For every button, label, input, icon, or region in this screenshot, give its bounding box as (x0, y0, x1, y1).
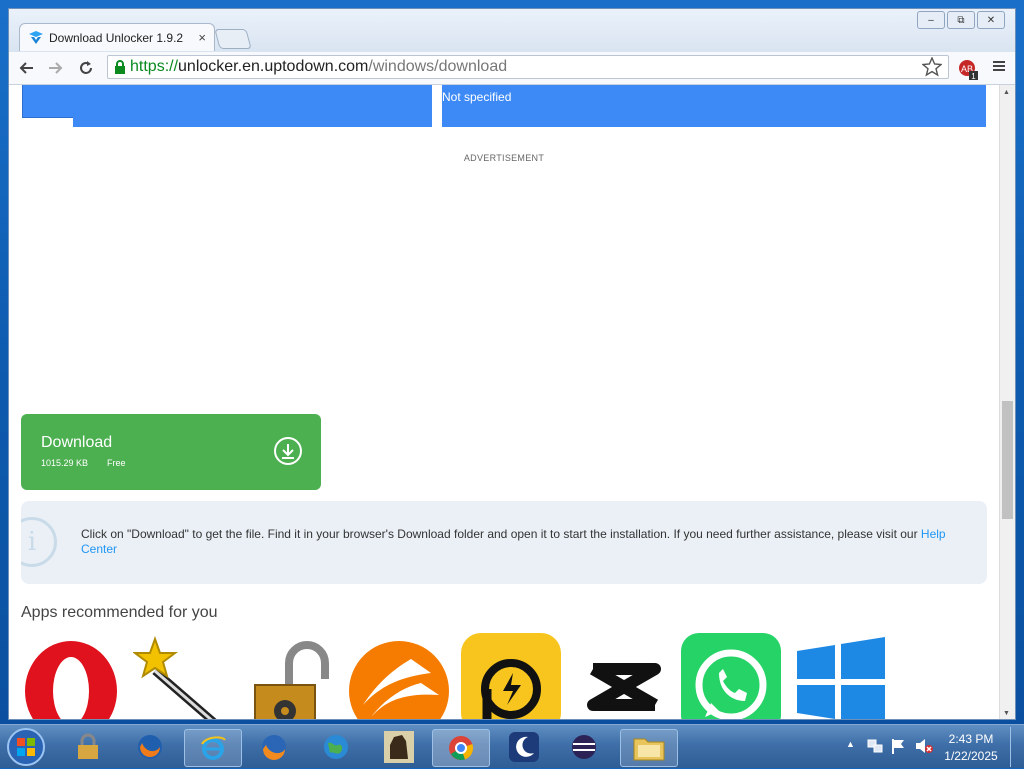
ldplayer-icon[interactable] (461, 633, 561, 720)
capcut-icon[interactable] (573, 633, 673, 720)
advertisement-label: ADVERTISEMENT (463, 153, 545, 163)
moon-taskbar-icon[interactable] (508, 731, 540, 763)
info-icon: i (21, 517, 57, 567)
browser-window: Download Unlocker 1.9.2 × – ⧉ ✕ https://… (8, 8, 1016, 720)
download-button[interactable]: Download 1015.29 KB Free (21, 414, 321, 490)
taskbar-item-chrome[interactable] (432, 729, 490, 767)
horse-taskbar-icon[interactable] (384, 731, 414, 763)
page-viewport: Not specified ADVERTISEMENT Download 101… (9, 85, 999, 720)
spec-block-left (73, 85, 432, 127)
eclipse-taskbar-icon[interactable] (570, 733, 598, 761)
start-button[interactable] (4, 727, 48, 767)
network-icon[interactable] (866, 737, 884, 755)
magic-wand-icon[interactable] (133, 633, 233, 720)
scroll-thumb[interactable] (1002, 401, 1013, 519)
taskbar: ▲ 2:43 PM 1/22/2025 (0, 724, 1024, 768)
clock-date[interactable]: 1/22/2025 (940, 749, 1002, 763)
system-tray: ▲ 2:43 PM 1/22/2025 (840, 725, 1024, 769)
download-label: Download (41, 434, 113, 451)
show-desktop-button[interactable] (1010, 727, 1023, 767)
scroll-up-icon[interactable]: ▲ (1003, 89, 1010, 96)
spec-value: Not specified (442, 90, 512, 104)
chrome-menu-button[interactable] (991, 58, 1007, 79)
vertical-scrollbar[interactable]: ▲ ▼ (999, 85, 1015, 719)
internet-explorer-icon (201, 736, 226, 760)
firefox-taskbar-icon[interactable] (136, 733, 164, 761)
info-box: i Click on "Download" to get the file. F… (21, 501, 987, 584)
firefox-alt-taskbar-icon[interactable] (260, 733, 288, 761)
url-host: unlocker.en.uptodown.com (178, 58, 369, 75)
taskbar-item-explorer[interactable] (620, 729, 678, 767)
reload-button[interactable] (73, 55, 99, 81)
browser-tab[interactable]: Download Unlocker 1.9.2 × (19, 23, 215, 51)
security-taskbar-icon[interactable] (74, 733, 102, 761)
new-tab-button[interactable] (214, 29, 252, 49)
chrome-icon (449, 736, 474, 760)
info-text: Click on "Download" to get the file. Fin… (81, 527, 971, 557)
app-icon-tile (22, 85, 76, 118)
recommended-title: Apps recommended for you (21, 604, 218, 621)
restore-button[interactable]: ⧉ (947, 11, 975, 29)
bookmark-star-icon[interactable] (922, 57, 942, 77)
tab-title: Download Unlocker 1.9.2 (49, 30, 184, 45)
download-price: Free (107, 458, 126, 468)
volume-muted-icon[interactable] (914, 737, 934, 755)
show-hidden-icons[interactable]: ▲ (846, 739, 855, 749)
uptodown-favicon-icon (29, 30, 43, 44)
tab-close-icon[interactable]: × (198, 30, 206, 45)
globe-taskbar-icon[interactable] (322, 733, 350, 761)
extension-button[interactable]: AB 1 (957, 58, 979, 85)
adblock-extension-icon: AB1 (959, 60, 978, 81)
url-path: /windows/download (368, 58, 508, 75)
recommended-apps (9, 633, 999, 720)
minimize-button[interactable]: – (917, 11, 945, 29)
close-window-button[interactable]: ✕ (977, 11, 1005, 29)
action-center-flag-icon[interactable] (890, 737, 908, 755)
url-scheme: https:// (130, 58, 179, 75)
clock-time[interactable]: 2:43 PM (944, 732, 998, 746)
app-orange-icon[interactable] (349, 633, 449, 720)
unlocker-padlock-icon[interactable] (241, 633, 341, 720)
taskbar-item-ie[interactable] (184, 729, 242, 767)
browser-toolbar: https://unlocker.en.uptodown.com/windows… (9, 52, 1015, 85)
address-bar[interactable]: https://unlocker.en.uptodown.com/windows… (107, 55, 949, 79)
opera-logo[interactable] (21, 633, 121, 720)
spec-block-right: Not specified (442, 85, 986, 127)
scroll-down-icon[interactable]: ▼ (1003, 710, 1010, 717)
hamburger-menu-icon (993, 61, 1005, 71)
whatsapp-icon[interactable] (681, 633, 781, 720)
extension-badge: 1 (971, 72, 976, 80)
windows-logo[interactable] (793, 633, 893, 720)
lock-icon (115, 60, 125, 74)
back-arrow-icon (19, 62, 33, 74)
download-circle-icon (274, 437, 302, 465)
back-button[interactable] (13, 55, 39, 81)
download-size: 1015.29 KB (41, 458, 89, 468)
folder-icon (633, 738, 665, 761)
title-bar: Download Unlocker 1.9.2 × – ⧉ ✕ (9, 9, 1015, 53)
reload-icon (80, 61, 92, 74)
forward-button[interactable] (43, 55, 69, 81)
forward-arrow-icon (49, 62, 63, 74)
info-message: Click on "Download" to get the file. Fin… (81, 527, 921, 541)
